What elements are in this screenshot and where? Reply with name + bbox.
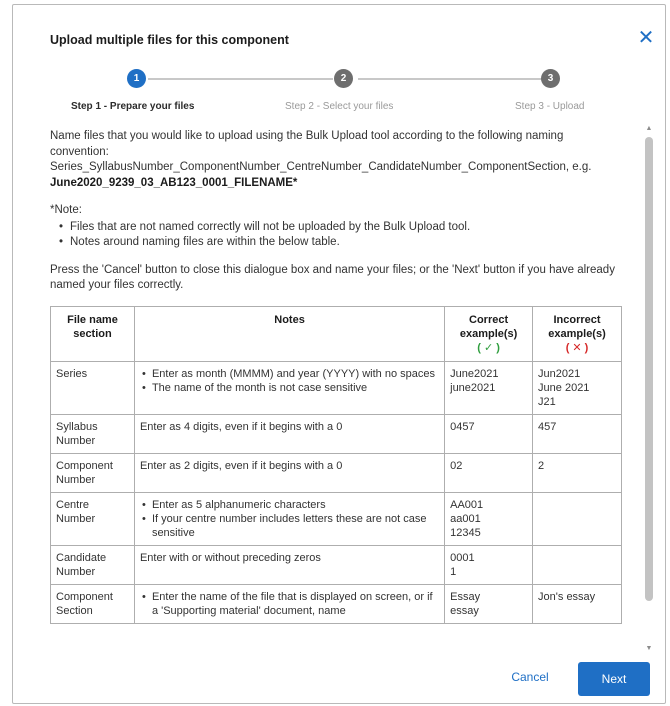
- correct-example: june2021: [450, 381, 496, 394]
- correct-example: 12345: [450, 526, 481, 539]
- cross-icon: ( ✕ ): [565, 341, 589, 354]
- step-3-label: Step 3 - Upload: [515, 101, 585, 112]
- incorrect-example: Jun2021: [538, 367, 581, 380]
- vertical-scrollbar[interactable]: ▲ ▼: [643, 123, 655, 657]
- cell-notes: Enter as 4 digits, even if it begins wit…: [133, 413, 446, 454]
- cell-section: Series: [50, 360, 135, 415]
- scrollbar-thumb[interactable]: [645, 137, 653, 601]
- cell-section: Component Number: [50, 452, 135, 493]
- incorrect-example: J21: [538, 395, 556, 408]
- table-row: Series Enter as month (MMMM) and year (Y…: [50, 360, 622, 415]
- check-icon: ( ✓ ): [477, 341, 500, 354]
- note-item: Notes around naming files are within the…: [50, 235, 624, 251]
- example-prefix: e.g.: [572, 161, 592, 173]
- cell-notes: Enter as 2 digits, even if it begins wit…: [133, 452, 446, 493]
- header-incorrect: Incorrect example(s) ( ✕ ): [532, 305, 622, 362]
- dialog-title: Upload multiple files for this component: [50, 33, 289, 47]
- cell-notes: Enter as 5 alphanumeric characters If yo…: [133, 491, 446, 546]
- step-connector: [148, 78, 333, 80]
- incorrect-example: June 2021: [538, 381, 590, 394]
- naming-convention: Series_SyllabusNumber_ComponentNumber_Ce…: [50, 161, 570, 173]
- cell-incorrect: 2: [532, 452, 622, 493]
- step-3-indicator: 3: [541, 69, 560, 88]
- step-connector: [358, 78, 543, 80]
- cell-correct: June2021 june2021: [444, 360, 534, 415]
- example-filename: June2020_9239_03_AB123_0001_FILENAME*: [50, 176, 298, 189]
- header-correct: Correct example(s) ( ✓ ): [444, 305, 534, 362]
- step-1-label: Step 1 - Prepare your files: [71, 101, 195, 112]
- instruction-text: Press the 'Cancel' button to close this …: [50, 263, 615, 292]
- cell-correct: 0001 1: [444, 544, 534, 585]
- correct-example: June2021: [450, 367, 499, 380]
- cell-correct: AA001 aa001 12345: [444, 491, 534, 546]
- cell-incorrect: [532, 544, 622, 585]
- cell-incorrect: Jun2021 June 2021 J21: [532, 360, 622, 415]
- cell-note-item: Enter the name of the file that is displ…: [140, 590, 439, 618]
- next-button[interactable]: Next: [578, 662, 650, 696]
- correct-example: 0001: [450, 551, 475, 564]
- naming-table: File name section Notes Correct example(…: [50, 305, 622, 624]
- cell-incorrect: 457: [532, 413, 622, 454]
- step-1-indicator: 1: [127, 69, 146, 88]
- correct-example: essay: [450, 604, 479, 617]
- cell-correct: 0457: [444, 413, 534, 454]
- header-notes: Notes: [133, 305, 446, 362]
- close-icon[interactable]: ✕: [635, 27, 657, 49]
- cell-note-item: Enter as 5 alphanumeric characters: [140, 498, 439, 512]
- table-row: Candidate Number Enter with or without p…: [50, 544, 622, 585]
- scroll-down-icon[interactable]: ▼: [643, 643, 655, 655]
- step-2-indicator: 2: [334, 69, 353, 88]
- cell-correct: Essay essay: [444, 583, 534, 624]
- header-incorrect-label: Incorrect example(s): [548, 313, 606, 340]
- cell-section: Component Section: [50, 583, 135, 624]
- cell-section: Centre Number: [50, 491, 135, 546]
- cell-notes: Enter the name of the file that is displ…: [133, 583, 446, 624]
- note-list: Files that are not named correctly will …: [50, 220, 624, 251]
- stepper: 1 2 3 Step 1 - Prepare your files Step 2…: [13, 65, 665, 115]
- intro-text: Name files that you would like to upload…: [50, 129, 624, 191]
- cell-notes: Enter with or without preceding zeros: [133, 544, 446, 585]
- cell-section: Candidate Number: [50, 544, 135, 585]
- cell-note-item: The name of the month is not case sensit…: [140, 381, 439, 395]
- correct-example: Essay: [450, 590, 481, 603]
- scroll-up-icon[interactable]: ▲: [643, 123, 655, 135]
- note-item: Files that are not named correctly will …: [50, 220, 624, 236]
- scroll-content[interactable]: Name files that you would like to upload…: [50, 129, 624, 649]
- cell-section: Syllabus Number: [50, 413, 135, 454]
- table-row: Syllabus Number Enter as 4 digits, even …: [50, 413, 622, 454]
- cell-correct: 02: [444, 452, 534, 493]
- cell-incorrect: [532, 491, 622, 546]
- header-correct-label: Correct example(s): [459, 313, 518, 340]
- note-title: *Note:: [50, 204, 82, 216]
- cancel-button[interactable]: Cancel: [493, 662, 567, 692]
- cell-notes: Enter as month (MMMM) and year (YYYY) wi…: [133, 360, 446, 415]
- step-2-label: Step 2 - Select your files: [285, 101, 394, 112]
- cell-incorrect: Jon's essay: [532, 583, 622, 624]
- table-header-row: File name section Notes Correct example(…: [50, 305, 622, 362]
- upload-dialog: Upload multiple files for this component…: [12, 4, 666, 704]
- cell-note-item: If your centre number includes letters t…: [140, 512, 439, 540]
- table-row: Component Number Enter as 2 digits, even…: [50, 452, 622, 493]
- header-section: File name section: [50, 305, 135, 362]
- correct-example: aa001: [450, 512, 481, 525]
- correct-example: AA001: [450, 498, 484, 511]
- table-row: Component Section Enter the name of the …: [50, 583, 622, 624]
- cell-note-item: Enter as month (MMMM) and year (YYYY) wi…: [140, 367, 439, 381]
- table-row: Centre Number Enter as 5 alphanumeric ch…: [50, 491, 622, 546]
- intro-sentence: Name files that you would like to upload…: [50, 130, 564, 158]
- correct-example: 1: [450, 565, 457, 578]
